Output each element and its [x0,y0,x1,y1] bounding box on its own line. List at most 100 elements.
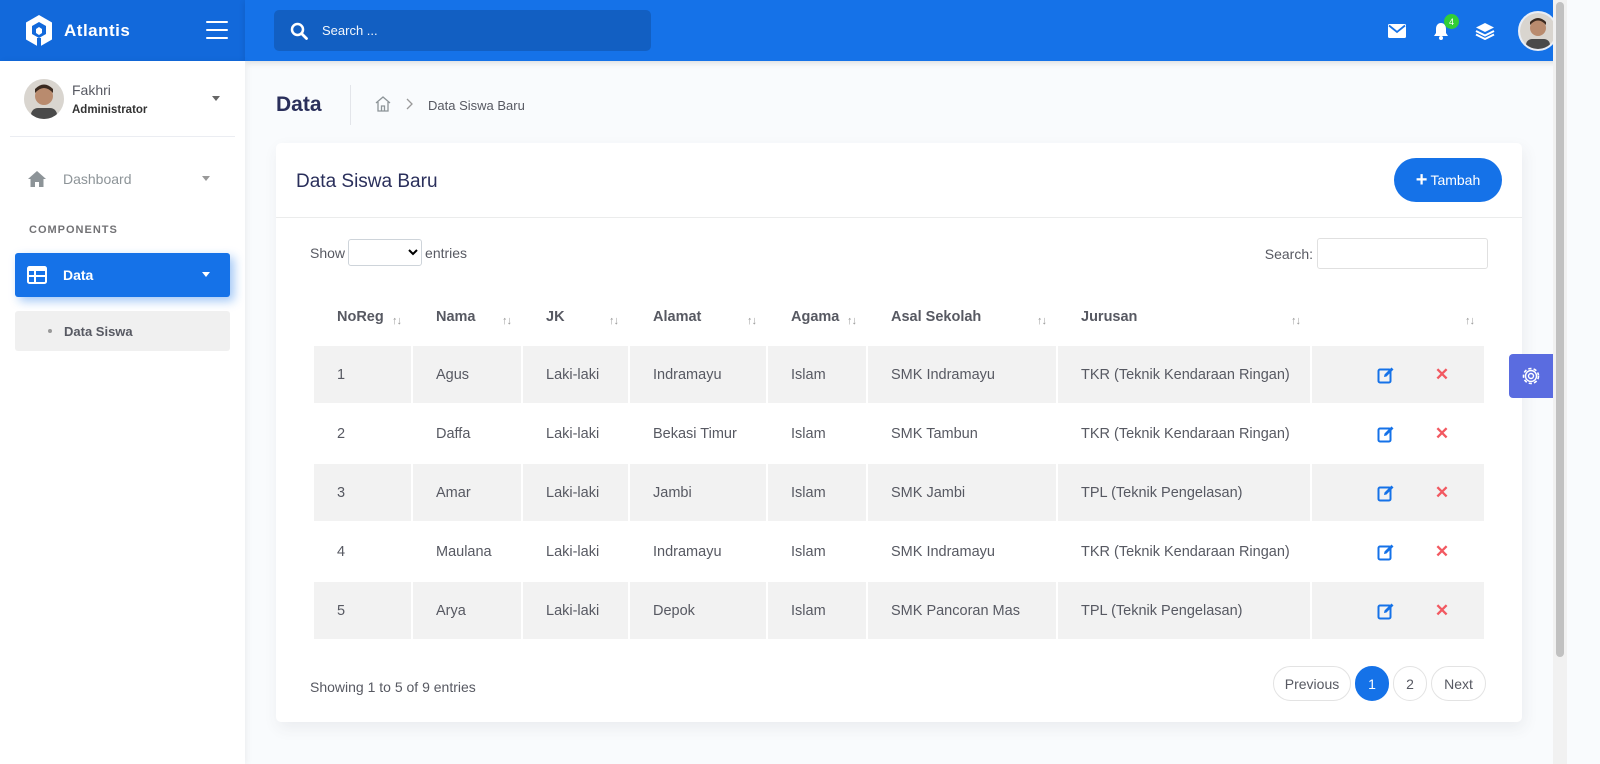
table-row: 5 Arya Laki-laki Depok Islam SMK Pancoran Mas… [314,582,1484,641]
profile-avatar-button[interactable] [1518,11,1558,51]
edit-icon[interactable] [1377,366,1395,384]
cell-jk: Laki-laki [523,405,628,464]
bullet-icon [48,329,52,333]
edit-icon[interactable] [1377,484,1395,502]
sort-icon: ↑↓ [609,315,619,327]
edit-icon[interactable] [1377,425,1395,443]
cell-jurusan: TKR (Teknik Kendaraan Ringan) [1058,346,1310,405]
chevron-down-icon [202,272,210,277]
cell-alamat: Bekasi Timur [630,405,766,464]
data-table: NoReg ↑↓ Nama ↑↓ JK ↑↓ Alamat ↑↓ Agama ↑↓ Asa… [312,287,1486,641]
cell-jurusan: TKR (Teknik Kendaraan Ringan) [1058,405,1310,464]
cell-actions: ✕ [1312,582,1484,641]
burger-line [206,29,228,31]
table-search-input[interactable] [1317,238,1488,269]
search-bar [274,10,651,51]
cell-nama: Amar [413,464,521,523]
cell-actions: ✕ [1312,523,1484,582]
cell-agama: Islam [768,346,866,405]
column-header-label: Nama [436,308,476,325]
data-card: Data Siswa Baru + Tambah Show entries Se… [276,143,1522,722]
mail-icon[interactable] [1386,20,1408,42]
layers-icon[interactable] [1474,20,1496,42]
breadcrumb-item[interactable]: Data Siswa Baru [428,98,525,113]
cell-agama: Islam [768,523,866,582]
edit-icon[interactable] [1377,602,1395,620]
pagination-page-1[interactable]: 1 [1355,666,1389,701]
cell-alamat: Jambi [630,464,766,523]
column-header-actions[interactable]: ↑↓ [1312,287,1484,346]
pagination-previous-button[interactable]: Previous [1273,666,1351,701]
cell-alamat: Depok [630,582,766,641]
sidebar-item-dashboard[interactable]: Dashboard [15,157,230,201]
search-icon[interactable] [290,22,308,40]
top-navbar: 4 [245,0,1600,61]
cell-agama: Islam [768,464,866,523]
column-header-agama[interactable]: Agama ↑↓ [768,287,866,346]
delete-icon[interactable]: ✕ [1435,365,1449,385]
delete-icon[interactable]: ✕ [1435,542,1449,562]
right-strip [1567,0,1600,764]
entries-select[interactable] [348,239,423,266]
sidebar-item-label: Dashboard [63,171,132,187]
table-row: 2 Daffa Laki-laki Bekasi Timur Islam SMK Tamb… [314,405,1484,464]
delete-icon[interactable]: ✕ [1435,483,1449,503]
pagination-next-button[interactable]: Next [1431,666,1486,701]
user-role: Administrator [72,103,148,116]
user-panel[interactable]: Fakhri Administrator [10,61,235,137]
top-icons: 4 [1364,11,1558,51]
burger-line [206,21,228,23]
cell-nama: Maulana [413,523,521,582]
cell-noreg: 1 [314,346,411,405]
entries-length-control: Show entries [310,239,467,266]
sidebar: Fakhri Administrator Dashboard COMPONENT… [0,61,245,764]
home-icon [28,171,46,187]
column-header-alamat[interactable]: Alamat ↑↓ [630,287,766,346]
scrollbar-thumb[interactable] [1556,2,1564,657]
breadcrumb-home-icon[interactable] [374,95,392,113]
plus-icon: + [1415,169,1428,191]
chevron-right-icon [406,98,413,110]
chevron-down-icon[interactable] [212,96,220,101]
cell-actions: ✕ [1312,346,1484,405]
sidebar-item-data[interactable]: Data [15,253,230,297]
cell-nama: Agus [413,346,521,405]
cell-nama: Arya [413,582,521,641]
card-header: Data Siswa Baru + Tambah [276,143,1522,218]
cell-jk: Laki-laki [523,582,628,641]
gear-icon [1522,367,1540,385]
sidebar-item-label: Data [63,267,94,283]
cell-noreg: 4 [314,523,411,582]
cell-jk: Laki-laki [523,523,628,582]
delete-icon[interactable]: ✕ [1435,601,1449,621]
user-avatar [24,78,64,119]
avatar-image [1520,13,1556,49]
bell-icon[interactable]: 4 [1430,14,1459,42]
column-header-asal-sekolah[interactable]: Asal Sekolah ↑↓ [868,287,1056,346]
cell-alamat: Indramayu [630,346,766,405]
settings-gear-button[interactable] [1509,354,1553,398]
column-header-jk[interactable]: JK ↑↓ [523,287,628,346]
sort-icon: ↑↓ [1037,315,1047,327]
page-scrollbar[interactable] [1553,0,1567,764]
delete-icon[interactable]: ✕ [1435,424,1449,444]
sidebar-subitem-data-siswa[interactable]: Data Siswa [15,311,230,351]
column-header-nama[interactable]: Nama ↑↓ [413,287,521,346]
edit-icon[interactable] [1377,543,1395,561]
cell-actions: ✕ [1312,464,1484,523]
sort-icon: ↑↓ [747,315,757,327]
table-row: 4 Maulana Laki-laki Indramayu Islam SMK Indra… [314,523,1484,582]
search-input[interactable] [322,23,622,38]
table-row: 1 Agus Laki-laki Indramayu Islam SMK Indramay… [314,346,1484,405]
sort-icon: ↑↓ [392,315,402,327]
menu-toggle-button[interactable] [206,21,228,39]
cell-asal-sekolah: SMK Tambun [868,405,1056,464]
user-info: Fakhri Administrator [72,82,147,116]
column-header-jurusan[interactable]: Jurusan ↑↓ [1058,287,1310,346]
card-title: Data Siswa Baru [296,171,438,192]
table-header-row: NoReg ↑↓ Nama ↑↓ JK ↑↓ Alamat ↑↓ Agama ↑↓ Asa… [314,287,1484,346]
pagination-page-2[interactable]: 2 [1393,666,1427,701]
column-header-label: JK [546,308,565,325]
column-header-noreg[interactable]: NoReg ↑↓ [314,287,411,346]
add-button[interactable]: + Tambah [1394,158,1502,202]
